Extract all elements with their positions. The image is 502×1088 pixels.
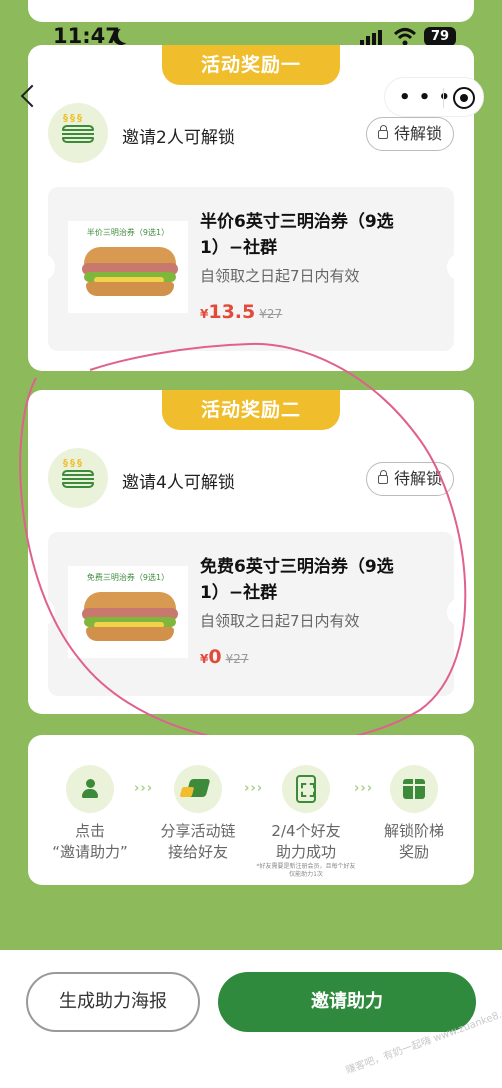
- sandwich-image: [82, 592, 178, 644]
- gift-icon: [401, 779, 427, 799]
- step-4: 解锁阶梯 奖励: [362, 735, 466, 863]
- steps-card: 点击 “邀请助力” ››› 分享活动链 接给好友 ››› 2/4个好友 助力成功…: [28, 735, 474, 885]
- close-target-icon[interactable]: [453, 87, 475, 109]
- coupon-image: 半价三明治券（9选1）: [68, 221, 188, 313]
- locked-status-button[interactable]: 待解锁: [366, 117, 454, 151]
- step-label: 分享活动链 接给好友: [160, 822, 236, 861]
- previous-card-edge: [28, 0, 474, 22]
- lock-icon: [377, 470, 388, 484]
- coupon-title: 半价6英寸三明治券（9选1）−社群: [200, 212, 394, 258]
- sandwich-image: [82, 247, 178, 299]
- coupon-card[interactable]: 免费三明治券（9选1） 免费6英寸三明治券（9选1）−社群 自领取之日起7日内有…: [41, 532, 461, 696]
- original-price: ¥27: [259, 307, 283, 321]
- generate-poster-button[interactable]: 生成助力海报: [26, 972, 200, 1032]
- phone-scan-icon: [296, 775, 316, 803]
- coupon-validity: 自领取之日起7日内有效: [200, 612, 360, 630]
- coupon-card[interactable]: 半价三明治券（9选1） 半价6英寸三明治券（9选1）−社群 自领取之日起7日内有…: [41, 187, 461, 351]
- bottom-action-bar: 生成助力海报 邀请助力 赚客吧，有奶一起嗨 www.zuanke8.com: [0, 950, 502, 1088]
- share-icon: [185, 779, 211, 797]
- coupon-price: ¥0 ¥27: [200, 646, 249, 668]
- step-label: 解锁阶梯 奖励: [383, 822, 444, 861]
- step-3: 2/4个好友 助力成功 *好友需要是新注册会员，且每个好友仅能助力1次: [254, 735, 358, 879]
- step-note: *好友需要是新注册会员，且每个好友仅能助力1次: [256, 863, 356, 878]
- unlock-requirement: 邀请4人可解锁: [122, 473, 235, 493]
- coupon-title: 免费6英寸三明治券（9选1）−社群: [200, 557, 394, 603]
- locked-status-button[interactable]: 待解锁: [366, 462, 454, 496]
- wifi-icon: [394, 28, 416, 46]
- lock-icon: [377, 125, 388, 139]
- step-label: 2/4个好友 助力成功: [271, 822, 341, 861]
- reward-card-2: 活动奖励二 §§§ 邀请4人可解锁 待解锁 免费三明治券（9选1） 免费6英寸三…: [28, 390, 474, 714]
- step-1: 点击 “邀请助力”: [38, 735, 142, 863]
- coupon-price: ¥13.5 ¥27: [200, 301, 283, 323]
- coupon-image: 免费三明治券（9选1）: [68, 566, 188, 658]
- coupon-validity: 自领取之日起7日内有效: [200, 267, 360, 285]
- mini-program-capsule: • • •: [384, 77, 484, 117]
- step-2: 分享活动链 接给好友: [146, 735, 250, 863]
- original-price: ¥27: [225, 652, 249, 666]
- sandwich-icon: §§§: [48, 448, 108, 508]
- reward-banner: 活动奖励二: [162, 390, 340, 430]
- reward-banner: 活动奖励一: [162, 45, 340, 85]
- battery-indicator: 79: [424, 27, 456, 46]
- moon-icon: [118, 27, 134, 43]
- signal-icon: [360, 30, 382, 46]
- unlock-requirement: 邀请2人可解锁: [122, 128, 235, 148]
- step-label: 点击 “邀请助力”: [52, 822, 128, 861]
- people-icon: [82, 779, 98, 799]
- invite-help-button[interactable]: 邀请助力: [218, 972, 476, 1032]
- sandwich-icon: §§§: [48, 103, 108, 163]
